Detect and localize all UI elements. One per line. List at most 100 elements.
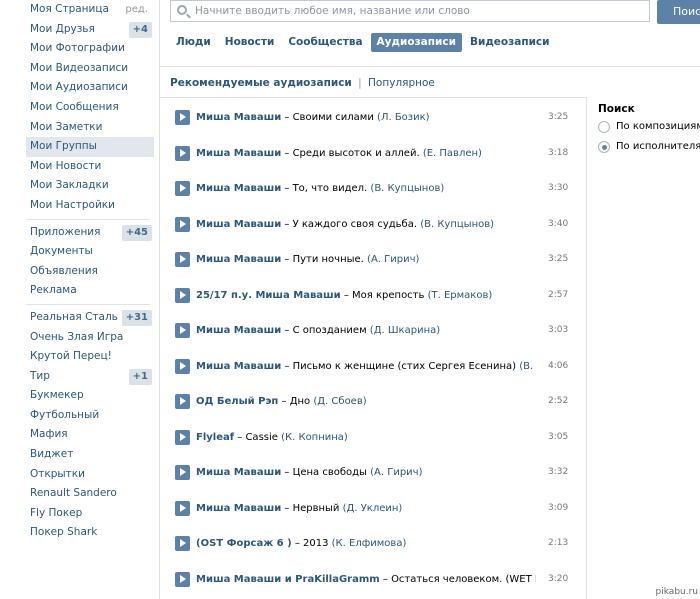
audio-artist[interactable]: Миша Маваши: [196, 112, 281, 123]
audio-row[interactable]: Миша Маваши – Нервный (Д. Уклеин) 3:09: [160, 491, 587, 527]
audio-artist[interactable]: Миша Маваши: [196, 148, 281, 159]
audio-artist[interactable]: Миша Маваши: [196, 254, 281, 265]
search-button[interactable]: Поиск: [657, 0, 700, 24]
audio-title[interactable]: Среди высоток и аллей.: [293, 148, 420, 159]
sidebar-item[interactable]: Футбольный: [26, 406, 154, 426]
sidebar-item[interactable]: Покер Shark: [26, 523, 154, 543]
audio-added-by[interactable]: (А. Гирич): [370, 467, 422, 478]
radio-by-composition[interactable]: [598, 121, 610, 133]
audio-added-by[interactable]: (Д. Уклеин): [343, 503, 403, 514]
play-icon[interactable]: [175, 358, 190, 374]
sidebar-item[interactable]: Объявления: [26, 262, 154, 282]
audio-artist[interactable]: Миша Маваши: [196, 361, 281, 372]
sidebar-item[interactable]: Мои Новости: [26, 157, 154, 177]
audio-added-by[interactable]: (К. Елфимова): [332, 538, 407, 549]
audio-title[interactable]: У каждого своя судьба.: [293, 219, 417, 230]
audio-artist[interactable]: Миша Маваши: [196, 325, 281, 336]
audio-added-by[interactable]: (Е. Павлен): [423, 148, 482, 159]
sidebar-item[interactable]: Документы: [26, 242, 154, 262]
audio-title[interactable]: Пути ночные.: [293, 254, 364, 265]
play-icon[interactable]: [175, 181, 190, 196]
audio-row[interactable]: (OST Форсаж 6 ) – 2013 (К. Елфимова) 2:13: [160, 526, 587, 562]
audio-title[interactable]: Письмо к женщине (стих Сергея Есенина): [293, 361, 516, 372]
audio-artist[interactable]: 25/17 п.у. Миша Маваши: [196, 290, 341, 301]
sidebar-item[interactable]: Крутой Перец!: [26, 347, 154, 367]
play-icon[interactable]: [175, 571, 190, 587]
sidebar-item[interactable]: Приложения +45: [26, 223, 154, 243]
audio-row[interactable]: Миша Маваши и PraKillaGramm – Остаться ч…: [160, 562, 587, 598]
audio-row[interactable]: Миша Маваши – Цена свободы (А. Гирич) 3:3…: [160, 455, 587, 491]
play-icon[interactable]: [175, 252, 190, 267]
sidebar-item[interactable]: Renault Sandero: [26, 484, 154, 504]
sidebar-item[interactable]: Реальная Сталь +31: [26, 308, 154, 328]
audio-added-by[interactable]: (Л. Бозик): [377, 112, 430, 123]
audio-title[interactable]: Дно: [290, 396, 310, 407]
search-box[interactable]: [170, 0, 650, 22]
audio-row[interactable]: Миша Маваши – У каждого своя судьба. (В.…: [160, 207, 587, 243]
search-input[interactable]: [195, 3, 635, 19]
audio-artist[interactable]: Миша Маваши и PraKillaGramm: [196, 574, 380, 585]
play-icon[interactable]: [175, 323, 190, 338]
audio-row[interactable]: Миша Маваши – То, что видел. (В. Купцыно…: [160, 171, 587, 207]
subtab-recommended[interactable]: Рекомендуемые аудиозаписи: [170, 77, 352, 89]
audio-title[interactable]: Моя крепость: [352, 290, 424, 301]
sidebar-item[interactable]: Моя Страница ред.: [26, 0, 154, 20]
play-icon[interactable]: [175, 110, 190, 125]
sidebar-item[interactable]: Букмекер: [26, 386, 154, 406]
audio-added-by[interactable]: (Д. Шкарина): [370, 325, 440, 336]
play-icon[interactable]: [175, 394, 190, 409]
audio-added-by[interactable]: (В. Купцынов): [370, 183, 444, 194]
audio-artist[interactable]: Flyleaf: [196, 432, 234, 443]
play-icon[interactable]: [175, 536, 190, 551]
play-icon[interactable]: [175, 145, 190, 161]
audio-artist[interactable]: Миша Маваши: [196, 467, 281, 478]
play-icon[interactable]: [175, 500, 190, 516]
audio-title[interactable]: То, что видел.: [293, 183, 368, 194]
audio-title[interactable]: Цена свободы: [293, 467, 367, 478]
edit-link[interactable]: ред.: [125, 0, 148, 20]
audio-title[interactable]: Нервный: [293, 503, 340, 514]
audio-title[interactable]: С опозданием: [293, 325, 367, 336]
audio-title[interactable]: Cassie: [245, 432, 277, 443]
audio-row[interactable]: Миша Маваши – С опозданием (Д. Шкарина) 3…: [160, 313, 587, 349]
sidebar-item[interactable]: Мои Видеозаписи: [26, 59, 154, 79]
sidebar-item[interactable]: Виджет: [26, 445, 154, 465]
audio-title[interactable]: Своими силами: [293, 112, 374, 123]
audio-title[interactable]: 2013: [303, 538, 328, 549]
radio-by-artist[interactable]: [598, 141, 610, 153]
audio-row[interactable]: Миша Маваши – Среди высоток и аллей. (Е.…: [160, 136, 587, 172]
sidebar-item[interactable]: Тир +1: [26, 367, 154, 387]
audio-artist[interactable]: (OST Форсаж 6 ): [196, 538, 292, 549]
audio-added-by[interactable]: (Т. Ермаков): [428, 290, 493, 301]
sidebar-item[interactable]: Мафия: [26, 425, 154, 445]
tab-item[interactable]: Люди: [170, 33, 217, 52]
tab-item[interactable]: Видеозаписи: [464, 33, 556, 52]
sidebar-item[interactable]: Очень Злая Игра: [26, 328, 154, 348]
audio-artist[interactable]: Миша Маваши: [196, 219, 281, 230]
sidebar-item[interactable]: Мои Фотографии: [26, 39, 154, 59]
audio-added-by[interactable]: (К. Копнина): [281, 432, 348, 443]
audio-added-by[interactable]: (В. Купц...: [519, 361, 536, 372]
tab-item[interactable]: Сообщества: [282, 33, 368, 52]
audio-row[interactable]: Миша Маваши – Своими силами (Л. Бозик) 3:…: [160, 100, 587, 136]
sidebar-item[interactable]: Мои Друзья +4: [26, 20, 154, 40]
audio-row[interactable]: Миша Маваши – Письмо к женщине (стих Сер…: [160, 349, 587, 385]
sidebar-item[interactable]: Мои Аудиозаписи: [26, 78, 154, 98]
play-icon[interactable]: [175, 287, 190, 303]
sidebar-item[interactable]: Мои Сообщения: [26, 98, 154, 118]
tab-item[interactable]: Аудиозаписи: [370, 33, 462, 52]
sidebar-item[interactable]: Мои Заметки: [26, 118, 154, 138]
sidebar-item[interactable]: Мои Группы: [26, 137, 154, 157]
sidebar-item[interactable]: Мои Закладки: [26, 176, 154, 196]
audio-row[interactable]: Flyleaf – Cassie (К. Копнина) 3:05: [160, 420, 587, 456]
play-icon[interactable]: [175, 216, 190, 232]
audio-row[interactable]: Миша Маваши – Пути ночные. (А. Гирич) 3:2…: [160, 242, 587, 278]
tab-item[interactable]: Новости: [219, 33, 281, 52]
audio-added-by[interactable]: (В. Купцынов): [420, 219, 494, 230]
audio-artist[interactable]: Миша Маваши: [196, 503, 281, 514]
play-icon[interactable]: [175, 465, 190, 480]
sidebar-item[interactable]: Реклама: [26, 281, 154, 301]
audio-row[interactable]: ОД Белый Рэп – Дно (Д. Сбоев) 2:52: [160, 384, 587, 420]
subtab-popular[interactable]: Популярное: [368, 77, 435, 89]
audio-added-by[interactable]: (Д. Сбоев): [313, 396, 366, 407]
